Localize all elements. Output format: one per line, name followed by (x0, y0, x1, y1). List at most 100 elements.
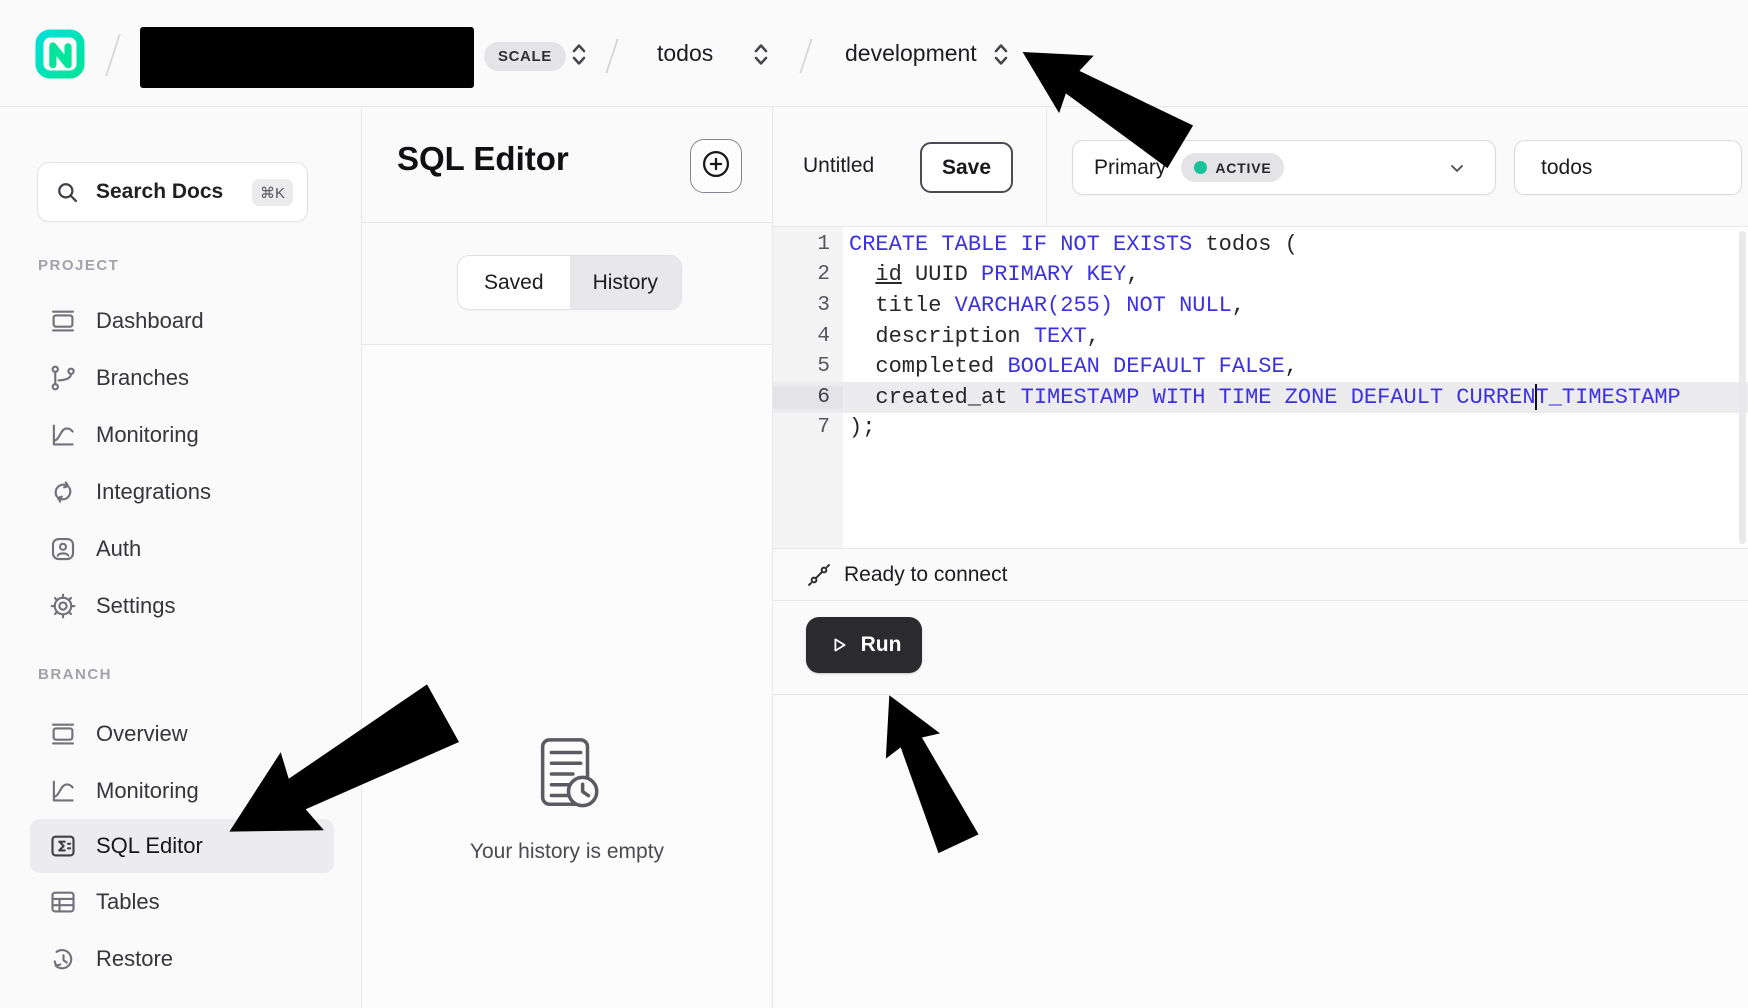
connection-status-text: Ready to connect (844, 563, 1007, 587)
integrations-icon (48, 477, 78, 507)
code-text: ); (843, 415, 875, 440)
tables-icon (48, 887, 78, 917)
compute-status-badge: ACTIVE (1181, 153, 1284, 182)
branch-selector-chevrons[interactable] (992, 41, 1010, 68)
breadcrumb-project[interactable]: todos (657, 40, 713, 67)
line-number: 4 (773, 325, 843, 348)
line-number: 6 (773, 386, 843, 409)
code-line-1[interactable]: 1CREATE TABLE IF NOT EXISTS todos ( (773, 229, 1748, 260)
connection-status-bar: Ready to connect (773, 548, 1748, 601)
editor-toolbar: Untitled Save Primary ACTIVE todos (773, 107, 1748, 227)
sidebar-item-label: Dashboard (96, 308, 204, 334)
code-text: completed BOOLEAN DEFAULT FALSE, (843, 354, 1298, 379)
sidebar-item-integrations[interactable]: Integrations (0, 463, 362, 520)
sidebar-item-restore[interactable]: Restore (0, 930, 362, 987)
project-selector-chevrons[interactable] (752, 41, 770, 68)
sql-editor-icon (48, 831, 78, 861)
editor-scrollbar[interactable] (1739, 231, 1746, 544)
line-number: 5 (773, 355, 843, 378)
tab-history[interactable]: History (570, 256, 682, 309)
database-selector[interactable]: todos (1514, 140, 1742, 195)
line-number: 7 (773, 416, 843, 439)
code-line-4[interactable]: 4 description TEXT, (773, 321, 1748, 352)
empty-history-message: Your history is empty (362, 840, 772, 864)
query-tab-title: Untitled (803, 154, 874, 178)
sidebar-item-monitoring[interactable]: Monitoring (0, 406, 362, 463)
sidebar-section-label: PROJECT (38, 257, 119, 274)
sidebar-item-label: Restore (96, 946, 173, 972)
breadcrumb-branch[interactable]: development (845, 40, 977, 67)
code-text: title VARCHAR(255) NOT NULL, (843, 293, 1245, 318)
save-button[interactable]: Save (920, 142, 1013, 193)
sql-panel-header: SQL Editor (362, 107, 772, 223)
connect-icon (806, 562, 832, 588)
search-shortcut-badge: ⌘K (252, 179, 293, 206)
status-dot-icon (1194, 161, 1207, 174)
plan-badge[interactable]: SCALE (484, 42, 566, 71)
top-header: SCALE todos development (0, 0, 1748, 107)
redacted-org-name (140, 27, 474, 88)
sidebar-item-label: Monitoring (96, 422, 199, 448)
code-line-3[interactable]: 3 title VARCHAR(255) NOT NULL, (773, 290, 1748, 321)
empty-history-icon (529, 735, 607, 821)
code-text: description TEXT, (843, 324, 1100, 349)
play-icon (827, 633, 851, 657)
sql-history-panel: SQL Editor SavedHistory Your history is … (362, 107, 773, 1008)
chevron-down-icon (1447, 158, 1467, 178)
line-number: 3 (773, 294, 843, 317)
neon-console: SCALE todos development (0, 0, 1748, 1008)
code-line-7[interactable]: 7); (773, 413, 1748, 444)
query-tabs-band: SavedHistory (362, 223, 772, 345)
saved-history-toggle: SavedHistory (457, 255, 682, 310)
tab-saved[interactable]: Saved (458, 256, 570, 309)
breadcrumb-separator (605, 39, 618, 74)
overview-icon (48, 719, 78, 749)
sidebar-item-label: Auth (96, 536, 141, 562)
search-docs-button[interactable]: Search Docs ⌘K (37, 162, 308, 222)
sidebar-item-label: SQL Editor (96, 833, 203, 859)
sidebar-item-label: Integrations (96, 479, 211, 505)
sidebar-item-label: Overview (96, 721, 188, 747)
sidebar-item-label: Branches (96, 365, 189, 391)
database-name: todos (1541, 156, 1592, 180)
sql-code-editor[interactable]: 1CREATE TABLE IF NOT EXISTS todos (2 id … (773, 227, 1748, 548)
breadcrumb-separator (799, 39, 812, 74)
settings-icon (48, 591, 78, 621)
page-title: SQL Editor (397, 140, 569, 178)
sidebar-item-settings[interactable]: Settings (0, 577, 362, 634)
monitoring-icon (48, 776, 78, 806)
dashboard-icon (48, 306, 78, 336)
branches-icon (48, 363, 78, 393)
sidebar-section-label: BRANCH (38, 666, 112, 683)
line-number: 2 (773, 263, 843, 286)
monitoring-icon (48, 420, 78, 450)
sidebar-item-branches[interactable]: Branches (0, 349, 362, 406)
toolbar-divider (1046, 107, 1047, 227)
code-line-2[interactable]: 2 id UUID PRIMARY KEY, (773, 260, 1748, 291)
editor-panel: Untitled Save Primary ACTIVE todos 1CREA… (773, 107, 1748, 1008)
auth-icon (48, 534, 78, 564)
sidebar-item-label: Settings (96, 593, 176, 619)
sidebar-item-tables[interactable]: Tables (0, 873, 362, 930)
line-number: 1 (773, 233, 843, 256)
plus-circle-icon (699, 147, 733, 186)
org-selector-chevrons[interactable] (570, 41, 588, 68)
code-text: CREATE TABLE IF NOT EXISTS todos ( (843, 232, 1298, 257)
sidebar-item-label: Monitoring (96, 778, 199, 804)
search-icon (54, 179, 81, 206)
code-line-6[interactable]: 6 created_at TIMESTAMP WITH TIME ZONE DE… (773, 382, 1748, 413)
sidebar-item-label: Tables (96, 889, 160, 915)
breadcrumb-separator (105, 34, 120, 76)
neon-logo[interactable] (35, 29, 85, 79)
run-band: Run (773, 601, 1748, 695)
new-query-button[interactable] (690, 139, 742, 193)
sidebar-item-auth[interactable]: Auth (0, 520, 362, 577)
run-button[interactable]: Run (806, 617, 922, 673)
search-docs-label: Search Docs (96, 180, 223, 204)
restore-icon (48, 944, 78, 974)
code-line-5[interactable]: 5 completed BOOLEAN DEFAULT FALSE, (773, 351, 1748, 382)
sidebar: Search Docs ⌘K PROJECT Dashboard Branches M… (0, 107, 362, 1008)
code-text: id UUID PRIMARY KEY, (843, 262, 1139, 287)
code-text: created_at TIMESTAMP WITH TIME ZONE DEFA… (843, 384, 1681, 410)
sidebar-item-dashboard[interactable]: Dashboard (0, 292, 362, 349)
